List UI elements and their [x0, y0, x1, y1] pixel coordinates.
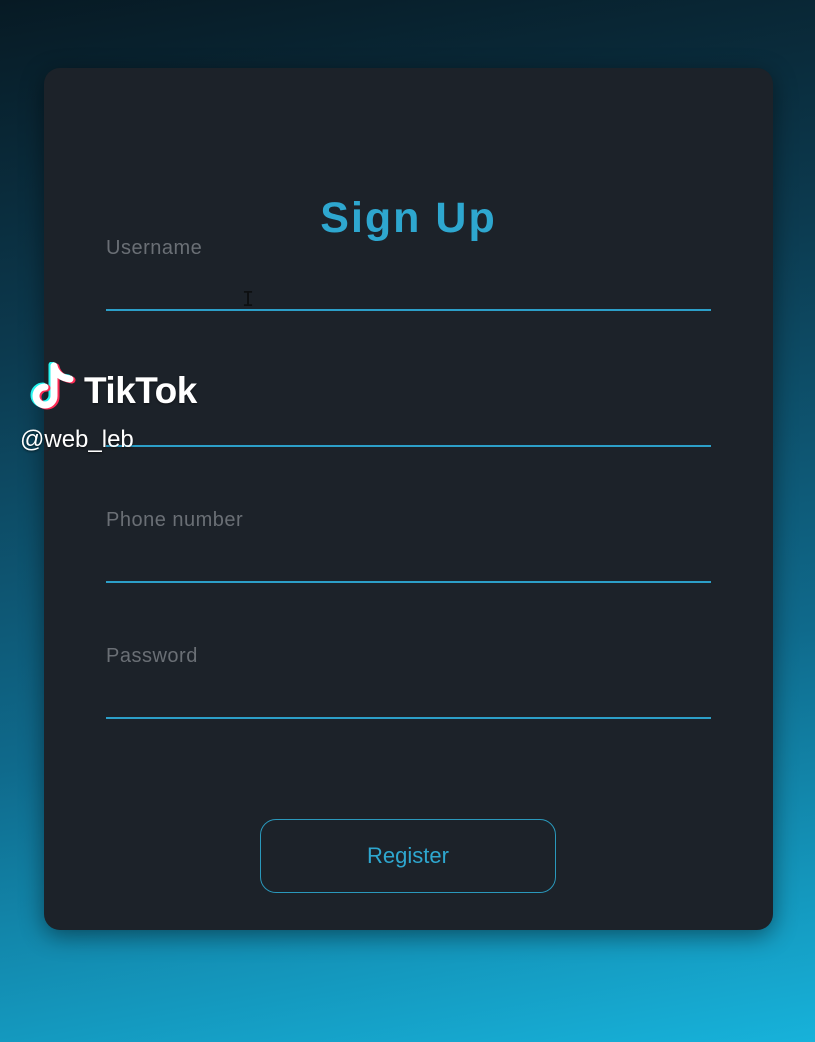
tiktok-watermark: TikTok @web_leb	[20, 362, 240, 462]
username-input[interactable]	[106, 271, 715, 309]
tiktok-brand: TikTok	[84, 370, 197, 411]
password-underline	[106, 717, 711, 719]
username-underline	[106, 309, 711, 311]
text-cursor-icon: I	[242, 287, 255, 311]
signup-card: Sign Up Username I Phone number Password…	[44, 68, 773, 930]
username-field[interactable]: Username I	[106, 237, 715, 327]
username-label: Username	[106, 237, 203, 259]
password-label: Password	[106, 645, 198, 667]
phone-input[interactable]	[106, 543, 715, 581]
phone-field[interactable]: Phone number	[106, 509, 715, 599]
register-button[interactable]: Register	[260, 819, 556, 893]
phone-label: Phone number	[106, 509, 244, 531]
form-title: Sign Up	[320, 194, 497, 242]
password-input[interactable]	[106, 679, 715, 717]
password-field[interactable]: Password	[106, 645, 715, 735]
phone-underline	[106, 581, 711, 583]
tiktok-logo-icon	[30, 362, 76, 410]
tiktok-handle: @web_leb	[20, 426, 134, 453]
